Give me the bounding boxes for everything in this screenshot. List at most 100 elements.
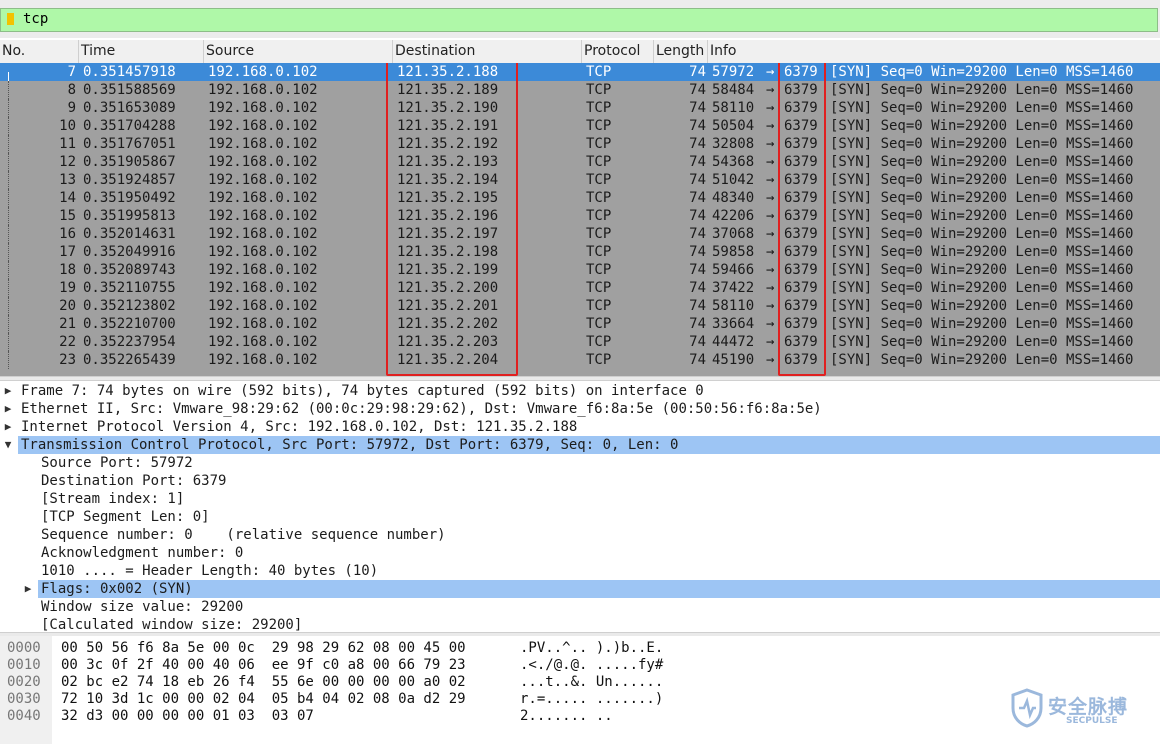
- packet-number: 23: [59, 352, 76, 368]
- column-header-destination[interactable]: Destination: [393, 40, 582, 63]
- detail-row[interactable]: Source Port: 57972: [0, 454, 1160, 472]
- column-header-time[interactable]: Time: [79, 40, 204, 63]
- packet-list[interactable]: 7 0.351457918 192.168.0.102 121.35.2.188 TCP…: [0, 63, 1160, 376]
- arrow-icon: →: [766, 64, 775, 80]
- packet-info-flags: [SYN] Seq=0 Win=29200 Len=0 MSS=1460: [830, 262, 1134, 278]
- filter-text: tcp: [23, 11, 49, 27]
- packet-protocol: TCP: [586, 190, 612, 206]
- detail-row[interactable]: Sequence number: 0 (relative sequence nu…: [0, 526, 1160, 544]
- packet-number: 13: [59, 172, 76, 188]
- bytes-row[interactable]: 0010 00 3c 0f 2f 40 00 40 06 ee 9f c0 a8 …: [0, 657, 1160, 674]
- packet-length: 74: [689, 82, 706, 98]
- packet-row[interactable]: 13 0.351924857 192.168.0.102 121.35.2.194 TC…: [0, 171, 1160, 189]
- packet-info-flags: [SYN] Seq=0 Win=29200 Len=0 MSS=1460: [830, 100, 1134, 116]
- packet-source: 192.168.0.102: [208, 298, 318, 314]
- detail-row[interactable]: ▶ Flags: 0x002 (SYN): [25, 580, 1160, 598]
- detail-row[interactable]: ▶ Frame 7: 74 bytes on wire (592 bits), 7…: [0, 382, 1160, 400]
- detail-row[interactable]: Window size value: 29200: [0, 598, 1160, 616]
- bytes-row[interactable]: 0040 32 d3 00 00 00 00 01 03 03 07 2......…: [0, 708, 1160, 725]
- packet-length: 74: [689, 190, 706, 206]
- bytes-ascii: r.=..... .......): [520, 691, 664, 707]
- packet-row-partial[interactable]: [0, 369, 1160, 376]
- packet-protocol: TCP: [586, 352, 612, 368]
- packet-row[interactable]: 11 0.351767051 192.168.0.102 121.35.2.192 TC…: [0, 135, 1160, 153]
- detail-row[interactable]: Acknowledgment number: 0: [0, 544, 1160, 562]
- detail-row[interactable]: [TCP Segment Len: 0]: [0, 508, 1160, 526]
- packet-src-port: 58110: [712, 100, 755, 116]
- packet-protocol: TCP: [586, 64, 612, 80]
- packet-protocol: TCP: [586, 316, 612, 332]
- collapsed-arrow-icon[interactable]: ▶: [1, 418, 15, 436]
- packet-row[interactable]: 12 0.351905867 192.168.0.102 121.35.2.193 TC…: [0, 153, 1160, 171]
- bytes-offset: 0030: [7, 691, 41, 707]
- packet-info-flags: [SYN] Seq=0 Win=29200 Len=0 MSS=1460: [830, 244, 1134, 260]
- collapsed-arrow-icon[interactable]: ▶: [1, 400, 15, 418]
- packet-row[interactable]: 8 0.351588569 192.168.0.102 121.35.2.189 TCP…: [0, 81, 1160, 99]
- column-header-length[interactable]: Length: [654, 40, 708, 63]
- bytes-row[interactable]: 0020 02 bc e2 74 18 eb 26 f4 55 6e 00 00 …: [0, 674, 1160, 691]
- packet-row[interactable]: 9 0.351653089 192.168.0.102 121.35.2.190 TCP…: [0, 99, 1160, 117]
- column-header-source[interactable]: Source: [204, 40, 393, 63]
- packet-info-flags: [SYN] Seq=0 Win=29200 Len=0 MSS=1460: [830, 208, 1134, 224]
- packet-row[interactable]: 7 0.351457918 192.168.0.102 121.35.2.188 TCP…: [0, 63, 1160, 81]
- packet-row[interactable]: 14 0.351950492 192.168.0.102 121.35.2.195 TC…: [0, 189, 1160, 207]
- packet-length: 74: [689, 334, 706, 350]
- expanded-arrow-icon[interactable]: ▼: [1, 436, 15, 454]
- packet-source: 192.168.0.102: [208, 82, 318, 98]
- detail-text: Transmission Control Protocol, Src Port:…: [21, 437, 679, 453]
- packet-row[interactable]: 22 0.352237954 192.168.0.102 121.35.2.203 TC…: [0, 333, 1160, 351]
- packet-row[interactable]: 23 0.352265439 192.168.0.102 121.35.2.204 TC…: [0, 351, 1160, 369]
- bytes-hex: 02 bc e2 74 18 eb 26 f4 55 6e 00 00 00 0…: [61, 674, 466, 690]
- column-header-no[interactable]: No.: [0, 40, 79, 63]
- packet-info-flags: [SYN] Seq=0 Win=29200 Len=0 MSS=1460: [830, 352, 1134, 368]
- packet-row[interactable]: 15 0.351995813 192.168.0.102 121.35.2.196 TC…: [0, 207, 1160, 225]
- detail-text: Sequence number: 0 (relative sequence nu…: [41, 527, 446, 543]
- packet-protocol: TCP: [586, 208, 612, 224]
- packet-row[interactable]: 21 0.352210700 192.168.0.102 121.35.2.202 TC…: [0, 315, 1160, 333]
- packet-length: 74: [689, 352, 706, 368]
- detail-text: [Stream index: 1]: [41, 491, 185, 507]
- packet-source: 192.168.0.102: [208, 226, 318, 242]
- packet-number: 10: [59, 118, 76, 134]
- column-header-info[interactable]: Info: [708, 40, 1160, 63]
- packet-row[interactable]: 19 0.352110755 192.168.0.102 121.35.2.200 TC…: [0, 279, 1160, 297]
- packet-src-port: 44472: [712, 334, 755, 350]
- bytes-ascii: 2....... ..: [520, 708, 613, 724]
- packet-list-header: No. Time Source Destination Protocol Len…: [0, 40, 1160, 64]
- packet-row[interactable]: 10 0.351704288 192.168.0.102 121.35.2.191 TC…: [0, 117, 1160, 135]
- bytes-offset: 0010: [7, 657, 41, 673]
- packet-row[interactable]: 18 0.352089743 192.168.0.102 121.35.2.199 TC…: [0, 261, 1160, 279]
- packet-time: 0.351653089: [83, 100, 176, 116]
- collapsed-arrow-icon[interactable]: ▶: [1, 382, 15, 400]
- packet-info-flags: [SYN] Seq=0 Win=29200 Len=0 MSS=1460: [830, 280, 1134, 296]
- column-header-protocol[interactable]: Protocol: [582, 40, 654, 63]
- arrow-icon: →: [766, 208, 775, 224]
- bytes-row[interactable]: 0030 72 10 3d 1c 00 00 02 04 05 b4 04 02 …: [0, 691, 1160, 708]
- filter-bookmark-icon[interactable]: [7, 13, 14, 25]
- collapsed-arrow-icon[interactable]: ▶: [21, 580, 35, 598]
- detail-row[interactable]: ▶ Internet Protocol Version 4, Src: 192.1…: [0, 418, 1160, 436]
- packet-number: 9: [67, 100, 76, 116]
- watermark-title: 安全脉搏: [1048, 696, 1129, 718]
- packet-info-flags: [SYN] Seq=0 Win=29200 Len=0 MSS=1460: [830, 82, 1134, 98]
- packet-source: 192.168.0.102: [208, 172, 318, 188]
- detail-row[interactable]: ▶ Ethernet II, Src: Vmware_98:29:62 (00:0…: [0, 400, 1160, 418]
- packet-info-flags: [SYN] Seq=0 Win=29200 Len=0 MSS=1460: [830, 154, 1134, 170]
- detail-row[interactable]: Destination Port: 6379: [0, 472, 1160, 490]
- packet-time: 0.351588569: [83, 82, 176, 98]
- packet-time: 0.352210700: [83, 316, 176, 332]
- arrow-icon: →: [766, 100, 775, 116]
- packet-row[interactable]: 17 0.352049916 192.168.0.102 121.35.2.198 TC…: [0, 243, 1160, 261]
- bytes-row[interactable]: 0000 00 50 56 f6 8a 5e 00 0c 29 98 29 62 …: [0, 640, 1160, 657]
- detail-row[interactable]: 1010 .... = Header Length: 40 bytes (10): [0, 562, 1160, 580]
- packet-time: 0.351457918: [83, 64, 176, 80]
- packet-row[interactable]: 16 0.352014631 192.168.0.102 121.35.2.197 TC…: [0, 225, 1160, 243]
- packet-row[interactable]: 20 0.352123802 192.168.0.102 121.35.2.201 TC…: [0, 297, 1160, 315]
- highlight-box-dst-port: [778, 63, 826, 376]
- detail-row[interactable]: [Stream index: 1]: [0, 490, 1160, 508]
- packet-length: 74: [689, 154, 706, 170]
- detail-row[interactable]: ▼ Transmission Control Protocol, Src Port…: [5, 436, 1160, 454]
- packet-length: 74: [689, 172, 706, 188]
- display-filter-input[interactable]: tcp: [0, 8, 1158, 32]
- arrow-icon: →: [766, 316, 775, 332]
